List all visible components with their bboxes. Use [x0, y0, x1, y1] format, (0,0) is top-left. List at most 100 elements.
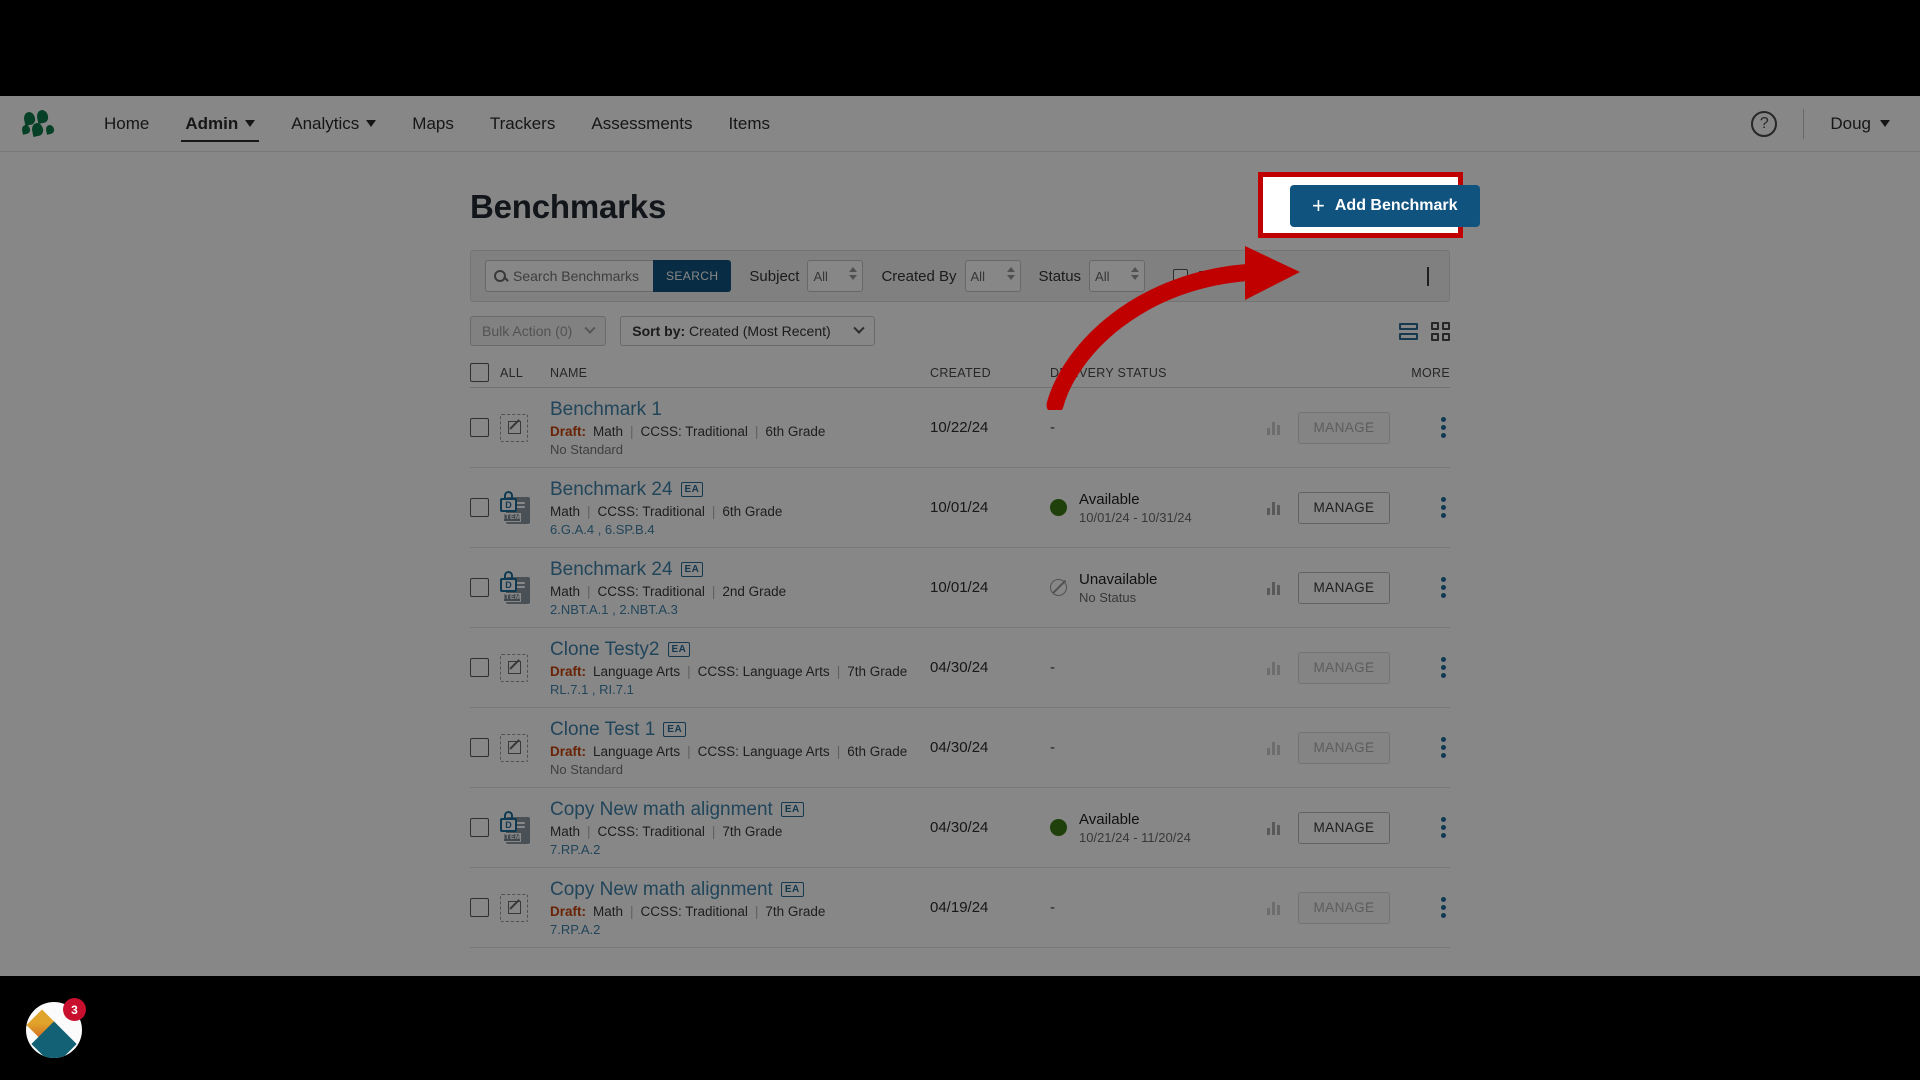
grade: 6th Grade [722, 503, 783, 519]
benchmark-name-link[interactable]: Clone Test 1 [550, 719, 655, 741]
list-view-icon[interactable] [1399, 322, 1418, 340]
status-date-range: 10/21/24 - 11/20/24 [1079, 829, 1191, 845]
benchmark-name-link[interactable]: Benchmark 24 [550, 479, 673, 501]
row-checkbox[interactable] [470, 818, 500, 837]
nav-label: Home [104, 113, 150, 133]
nav-item-home[interactable]: Home [86, 96, 167, 152]
benchmark-name-link[interactable]: Copy New math alignment [550, 879, 773, 901]
drafts-only-checkbox[interactable]: Drafts Only [1173, 268, 1273, 285]
separator: | [711, 823, 716, 839]
manage-button[interactable]: MANAGE [1298, 571, 1390, 604]
nav-item-trackers[interactable]: Trackers [472, 96, 574, 152]
status-date-range: 10/01/24 - 10/31/24 [1079, 509, 1192, 525]
row-checkbox[interactable] [470, 658, 500, 677]
help-widget[interactable]: 3 [26, 998, 86, 1058]
created-by-select[interactable]: All [964, 260, 1021, 292]
table-row: ITEM D Benchmark 24 EA Math | CCSS: Trad… [470, 548, 1450, 628]
row-meta: Draft: Language Arts | CCSS: Language Ar… [550, 744, 918, 759]
reports-bar-chart-icon[interactable] [1267, 580, 1280, 595]
separator: | [630, 903, 634, 919]
row-checkbox[interactable] [470, 738, 500, 757]
reports-bar-chart-icon[interactable] [1267, 500, 1280, 515]
chevron-down-icon [245, 120, 256, 127]
manage-button: MANAGE [1298, 651, 1390, 684]
created-by-value: All [970, 268, 985, 284]
manage-button[interactable]: MANAGE [1298, 811, 1390, 844]
row-standards[interactable]: 7.RP.A.2 [550, 842, 918, 857]
benchmark-name-link[interactable]: Clone Testy2 [550, 639, 660, 661]
manage-button: MANAGE [1298, 411, 1390, 444]
row-checkbox[interactable] [470, 418, 500, 437]
more-options-icon[interactable] [1437, 493, 1450, 522]
bulk-action-dropdown[interactable]: Bulk Action (0) [470, 316, 607, 346]
row-created-date: 04/30/24 [930, 819, 989, 836]
row-checkbox[interactable] [470, 898, 500, 917]
draft-pencil-icon [500, 893, 528, 922]
nav-item-assessments[interactable]: Assessments [573, 96, 710, 152]
benchmark-name-link[interactable]: Benchmark 1 [550, 399, 662, 421]
more-options-icon[interactable] [1437, 893, 1450, 922]
reports-bar-chart-icon[interactable] [1267, 820, 1280, 835]
draft-pencil-icon [500, 413, 528, 442]
row-standards[interactable]: 6.G.A.4 , 6.SP.B.4 [550, 522, 918, 537]
subject-label: Subject [749, 267, 800, 285]
row-more-cell [1390, 653, 1450, 682]
lock-icon: D [500, 570, 517, 592]
search-input[interactable] [513, 268, 643, 284]
search-field-wrapper[interactable] [485, 260, 653, 292]
separator: | [630, 423, 634, 439]
grade: 6th Grade [765, 423, 826, 439]
sort-by-dropdown[interactable]: Sort by: Created (Most Recent) [620, 316, 875, 346]
status-value: All [1095, 268, 1110, 284]
help-icon[interactable]: ? [1751, 110, 1778, 137]
status-text: Unavailable [1079, 570, 1158, 588]
nav-item-admin[interactable]: Admin [167, 96, 273, 152]
status-select[interactable]: All [1089, 260, 1146, 292]
add-benchmark-label: Add Benchmark [1334, 197, 1458, 214]
benchmark-name-link[interactable]: Benchmark 24 [550, 559, 673, 581]
search-button[interactable]: SEARCH [653, 260, 732, 292]
company-logo-icon[interactable] [21, 108, 58, 139]
row-standards[interactable]: 2.NBT.A.1 , 2.NBT.A.3 [550, 602, 918, 617]
row-delivery-status: - MANAGE [1050, 891, 1390, 924]
manage-button[interactable]: MANAGE [1298, 491, 1390, 524]
more-options-icon[interactable] [1437, 813, 1450, 842]
row-delivery-status: Available 10/21/24 - 11/20/24 MANAGE [1050, 811, 1390, 845]
row-checkbox[interactable] [470, 498, 500, 517]
row-standards: No Standard [550, 441, 623, 457]
reports-bar-chart-icon [1267, 420, 1280, 435]
separator: | [754, 423, 759, 439]
row-type-icon: ITEM D [500, 490, 550, 525]
select-all-checkbox[interactable] [470, 363, 500, 382]
grade: 7th Grade [765, 903, 826, 919]
separator: | [587, 503, 591, 519]
lock-icon: D [500, 490, 517, 512]
separator: | [587, 823, 591, 839]
more-options-icon[interactable] [1437, 653, 1450, 682]
subject-select[interactable]: All [807, 260, 864, 292]
more-options-icon[interactable] [1437, 413, 1450, 442]
nav-item-maps[interactable]: Maps [394, 96, 472, 152]
row-standards[interactable]: RL.7.1 , RI.7.1 [550, 682, 918, 697]
benchmark-name-link[interactable]: Copy New math alignment [550, 799, 773, 821]
draft-pencil-icon [500, 653, 528, 682]
checkbox-box [470, 418, 489, 437]
reports-bar-chart-icon [1267, 740, 1280, 755]
separator: | [711, 583, 716, 599]
more-options-icon[interactable] [1437, 573, 1450, 602]
notification-badge: 3 [63, 998, 86, 1021]
row-standards[interactable]: 7.RP.A.2 [550, 922, 918, 937]
ea-badge: EA [680, 482, 704, 497]
nav-item-items[interactable]: Items [710, 96, 788, 152]
expand-filters-button[interactable] [1427, 267, 1435, 286]
more-options-icon[interactable] [1437, 733, 1450, 762]
page-title: Benchmarks [470, 188, 667, 225]
user-menu[interactable]: Doug [1830, 114, 1890, 134]
grid-view-icon[interactable] [1431, 321, 1450, 341]
add-benchmark-button-highlighted[interactable]: + Add Benchmark [1290, 185, 1480, 227]
checkbox-box [470, 898, 489, 917]
row-checkbox[interactable] [470, 578, 500, 597]
status-dot-available [1050, 819, 1067, 836]
ea-badge: EA [780, 802, 804, 817]
nav-item-analytics[interactable]: Analytics [273, 96, 394, 152]
